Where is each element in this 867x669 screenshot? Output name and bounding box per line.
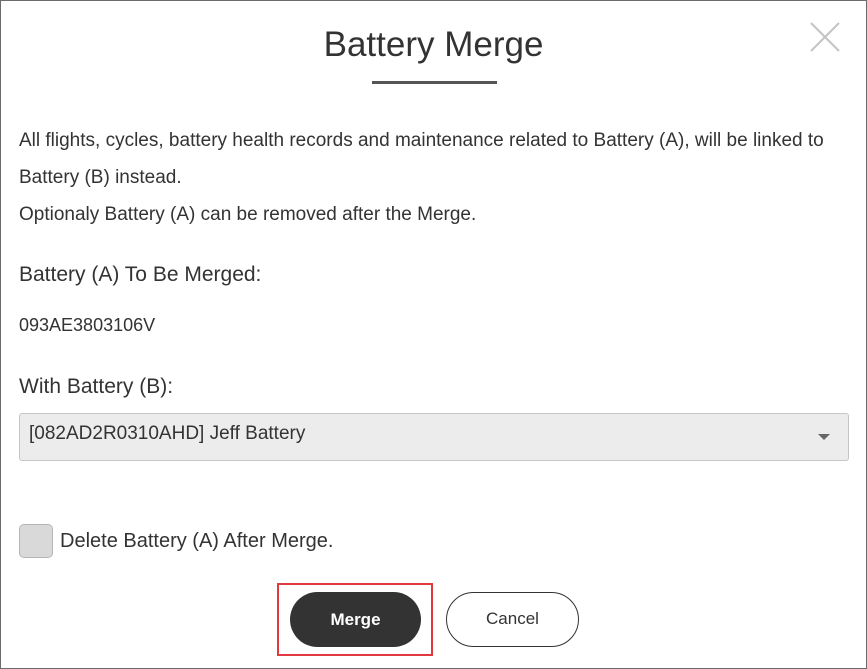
description-line-2: Optionaly Battery (A) can be removed aft… [19, 204, 477, 225]
title-underline [372, 81, 497, 84]
battery-b-select[interactable]: [082AD2R0310AHD] Jeff Battery [19, 413, 849, 461]
cancel-button[interactable]: Cancel [446, 592, 579, 647]
delete-battery-a-checkbox[interactable] [19, 524, 53, 558]
caret-down-icon [818, 434, 830, 440]
dialog-title: Battery Merge [323, 25, 544, 64]
battery-a-label: Battery (A) To Be Merged: [19, 263, 262, 286]
merge-button[interactable]: Merge [290, 592, 421, 647]
battery-merge-dialog: Battery Merge All flights, cycles, batte… [0, 0, 867, 669]
battery-b-label: With Battery (B): [19, 375, 174, 398]
description-line-1: All flights, cycles, battery health reco… [19, 130, 824, 188]
delete-battery-a-label[interactable]: Delete Battery (A) After Merge. [60, 530, 333, 553]
battery-a-value: 093AE3803106V [19, 315, 156, 335]
merge-description: All flights, cycles, battery health reco… [19, 122, 849, 233]
battery-b-selected-value: [082AD2R0310AHD] Jeff Battery [29, 423, 306, 444]
